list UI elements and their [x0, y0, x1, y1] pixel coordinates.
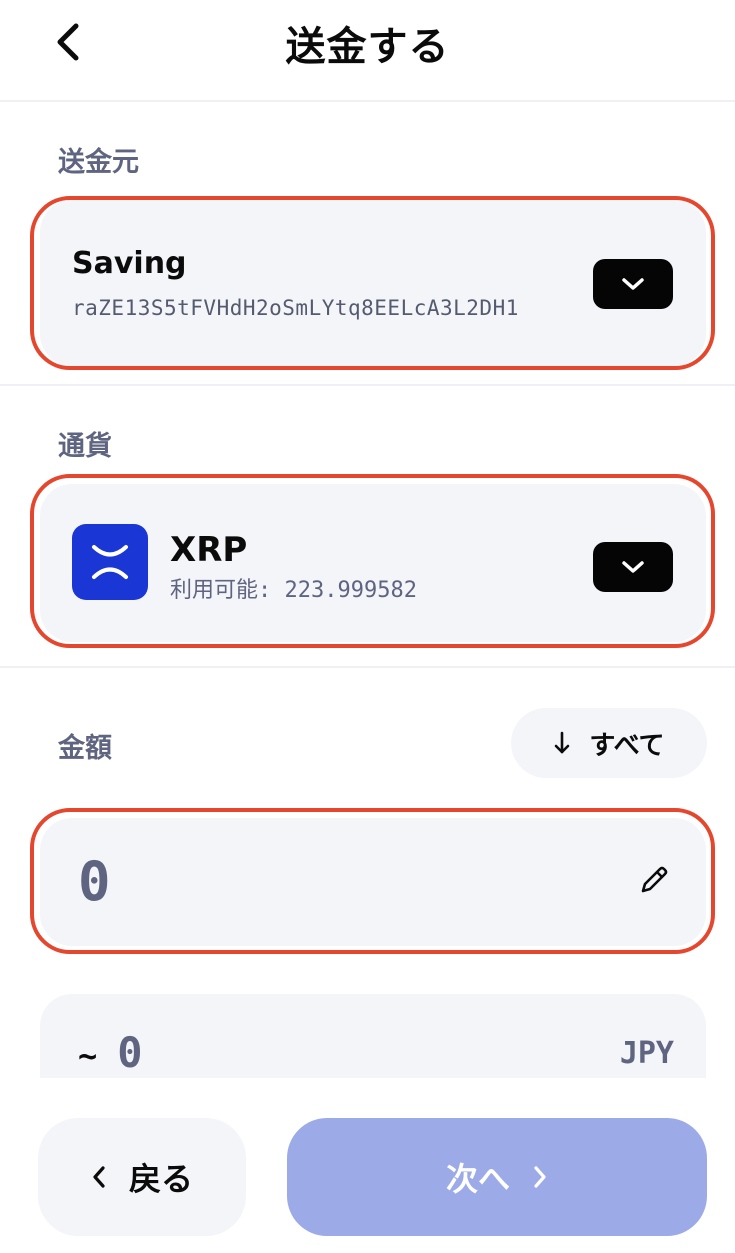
- page-title: 送金する: [285, 24, 450, 70]
- amount-value: 0: [78, 850, 111, 913]
- account-address: raZE13S5tFVHdH2oSmLYtq8EELcA3L2DH1: [72, 296, 519, 320]
- currency-selector[interactable]: XRP 利用可能: 223.999582: [40, 484, 706, 642]
- next-button-label: 次へ: [445, 1160, 510, 1198]
- send-all-button[interactable]: すべて: [511, 708, 707, 778]
- approx-symbol: ~: [78, 1037, 98, 1075]
- available-label: 利用可能:: [170, 578, 272, 603]
- next-button[interactable]: 次へ: [287, 1118, 707, 1236]
- chevron-right-icon: [534, 1166, 546, 1188]
- divider: [0, 384, 735, 386]
- back-button[interactable]: 戻る: [38, 1118, 246, 1236]
- chevron-down-icon: [622, 561, 644, 573]
- send-screen: 送金する 送金元 Saving raZE13S5tFVHdH2oSmLYtq8E…: [0, 0, 735, 1253]
- arrow-down-icon: [555, 731, 570, 754]
- back-button-label: 戻る: [128, 1160, 193, 1198]
- available-value: 223.999582: [284, 578, 417, 603]
- currency-label: 通貨: [58, 431, 112, 462]
- fiat-approx-value: ~0: [78, 1028, 143, 1077]
- fiat-value: 0: [117, 1028, 143, 1077]
- source-account-selector[interactable]: Saving raZE13S5tFVHdH2oSmLYtq8EELcA3L2DH…: [40, 200, 706, 366]
- divider: [0, 666, 735, 668]
- chevron-left-icon: [93, 1166, 105, 1188]
- source-dropdown-button[interactable]: [593, 259, 673, 309]
- chevron-down-icon: [622, 278, 644, 290]
- header: 送金する: [0, 0, 735, 102]
- fiat-conversion: ~0 JPY: [40, 994, 706, 1078]
- currency-symbol: XRP: [170, 530, 248, 570]
- account-name: Saving: [72, 246, 187, 281]
- xrp-logo-icon: [72, 524, 148, 600]
- currency-dropdown-button[interactable]: [593, 542, 673, 592]
- amount-label: 金額: [58, 733, 112, 764]
- send-all-label: すべて: [589, 730, 665, 761]
- source-label: 送金元: [58, 147, 139, 178]
- amount-input[interactable]: 0: [40, 818, 706, 946]
- available-balance: 利用可能: 223.999582: [170, 572, 417, 604]
- fiat-unit: JPY: [619, 1036, 674, 1071]
- pencil-icon[interactable]: [636, 862, 672, 898]
